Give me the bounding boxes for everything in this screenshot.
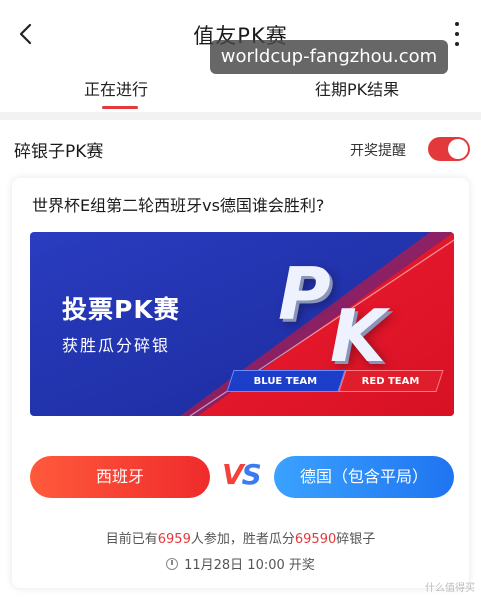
toggle-knob [448,139,468,159]
stats-suffix: 碎银子 [336,532,376,547]
vote-spain-button[interactable]: 西班牙 [30,456,210,498]
draw-reminder-label: 开奖提醒 [350,143,406,159]
pk-logo-p: P [278,252,331,336]
pk-banner: 投票PK赛 获胜瓜分碎银 P K BLUE TEAM RED TEAM [30,232,454,416]
pk-section-card: 碎银子PK赛 开奖提醒 世界杯E组第二轮西班牙vs德国谁会胜利? 投票PK赛 获… [0,120,481,598]
stats-middle: 人参加，胜者瓜分 [190,532,295,547]
vs-s: S [241,458,262,491]
clock-icon [166,558,179,570]
participation-stats: 目前已有6959人参加，胜者瓜分69590碎银子 [12,528,469,547]
corner-watermark: 什么值得买 [425,583,475,594]
watermark-overlay: worldcup-fangzhou.com [210,40,448,74]
red-team-tag: RED TEAM [338,370,444,392]
draw-time-row: 11月28日 10:00 开奖 [12,554,469,573]
banner-title: 投票PK赛 [62,295,180,324]
red-team-label: RED TEAM [361,376,420,387]
vote-germany-button[interactable]: 德国（包含平局） [274,456,454,498]
tab-active-indicator [102,106,138,109]
section-title: 碎银子PK赛 [14,142,104,162]
participant-count: 6959 [157,532,191,547]
vs-v: V [222,458,244,491]
blue-team-tag: BLUE TEAM [226,370,346,392]
tab-ongoing[interactable]: 正在进行 [84,76,148,100]
banner-subtitle: 获胜瓜分碎银 [62,336,171,355]
prize-amount: 69590 [294,532,337,547]
pk-question-card: 世界杯E组第二轮西班牙vs德国谁会胜利? 投票PK赛 获胜瓜分碎银 P K BL… [12,178,469,588]
tab-bar: 正在进行 往期PK结果 [0,68,481,112]
draw-time: 11月28日 10:00 开奖 [184,558,315,573]
pk-logo-k: K [330,294,386,378]
draw-reminder-toggle[interactable] [428,137,470,161]
stats-prefix: 目前已有 [105,532,158,547]
more-options-icon[interactable] [453,22,461,46]
pk-question: 世界杯E组第二轮西班牙vs德国谁会胜利? [32,196,325,215]
vs-label: VS [222,458,262,491]
tab-past-results[interactable]: 往期PK结果 [315,76,399,100]
blue-team-label: BLUE TEAM [253,376,318,387]
